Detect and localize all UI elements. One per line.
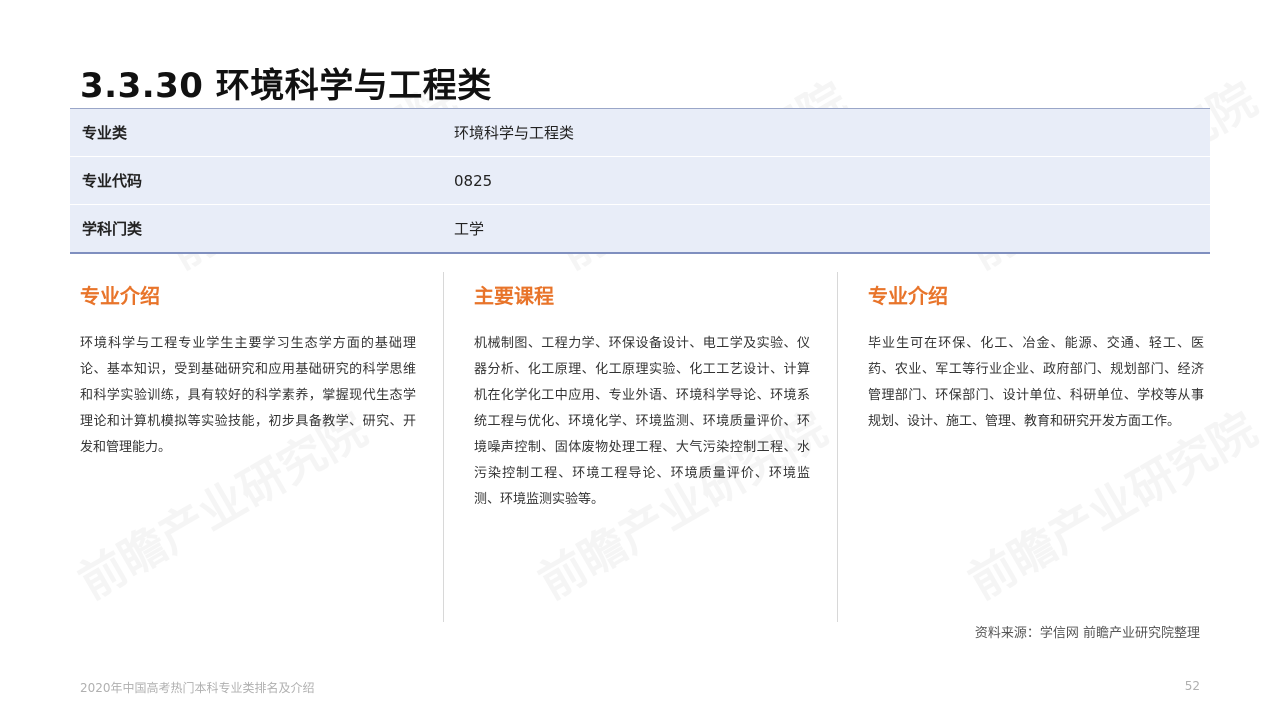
column-body: 环境科学与工程专业学生主要学习生态学方面的基础理论、基本知识，受到基础研究和应用… (80, 336, 416, 455)
info-row: 专业类 环境科学与工程类 (70, 109, 1210, 157)
info-value: 环境科学与工程类 (454, 124, 575, 142)
source-note: 资料来源：学信网 前瞻产业研究院整理 (974, 626, 1200, 641)
info-value: 工学 (454, 220, 485, 238)
info-row: 专业代码 0825 (70, 157, 1210, 205)
column-careers: 专业介绍 毕业生可在环保、化工、冶金、能源、交通、轻工、医药、农业、军工等行业企… (868, 272, 1204, 622)
column-heading: 主要课程 (474, 284, 554, 308)
column-heading: 专业介绍 (868, 284, 948, 308)
page-title: 3.3.30 环境科学与工程类 (80, 66, 492, 106)
column-divider (837, 272, 838, 622)
page-number: 52 (1184, 679, 1200, 693)
column-body: 机械制图、工程力学、环保设备设计、电工学及实验、仪器分析、化工原理、化工原理实验… (474, 336, 810, 507)
content-columns: 专业介绍 环境科学与工程专业学生主要学习生态学方面的基础理论、基本知识，受到基础… (80, 272, 1204, 622)
footer-report-title: 2020年中国高考热门本科专业类排名及介绍 (80, 681, 315, 695)
info-label: 专业类 (82, 124, 128, 142)
column-body: 毕业生可在环保、化工、冶金、能源、交通、轻工、医药、农业、军工等行业企业、政府部… (868, 336, 1204, 429)
column-heading: 专业介绍 (80, 284, 160, 308)
column-divider (443, 272, 444, 622)
info-row: 学科门类 工学 (70, 205, 1210, 252)
info-value: 0825 (454, 171, 493, 190)
column-courses: 主要课程 机械制图、工程力学、环保设备设计、电工学及实验、仪器分析、化工原理、化… (474, 272, 810, 622)
info-label: 学科门类 (82, 220, 143, 238)
info-table: 专业类 环境科学与工程类 专业代码 0825 学科门类 工学 (70, 108, 1210, 254)
info-label: 专业代码 (82, 172, 143, 190)
column-intro: 专业介绍 环境科学与工程专业学生主要学习生态学方面的基础理论、基本知识，受到基础… (80, 272, 416, 622)
